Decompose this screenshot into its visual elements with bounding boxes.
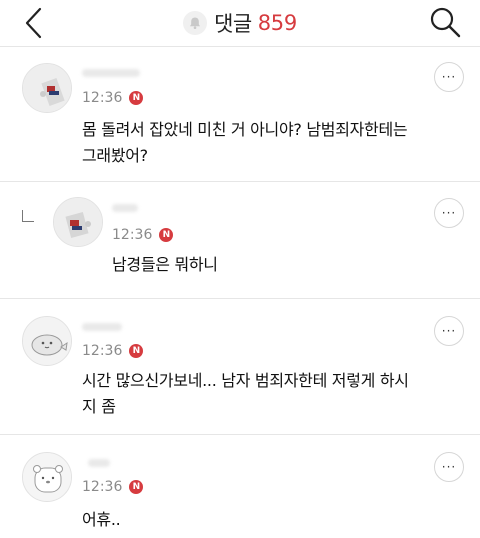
comment-text: 시간 많으신가보네... 남자 범죄자한테 저렇게 하시 지 좀 xyxy=(82,371,409,416)
more-options-button[interactable]: ··· xyxy=(434,316,464,346)
chevron-left-icon xyxy=(25,7,42,39)
more-options-button[interactable]: ··· xyxy=(434,62,464,92)
new-badge: N xyxy=(159,228,174,242)
comment-meta: 12:36 N xyxy=(82,479,144,495)
more-icon: ··· xyxy=(441,70,457,84)
username xyxy=(82,323,122,331)
page-title: 댓글 xyxy=(214,12,252,36)
bell-icon xyxy=(183,11,208,35)
more-options-button[interactable]: ··· xyxy=(434,198,464,228)
more-icon: ··· xyxy=(441,206,457,220)
comment-time: 12:36 xyxy=(82,90,123,106)
comment-item: 12:36 N 시간 많으신가보네... 남자 범죄자한테 저렇게 하시 지 좀… xyxy=(0,299,480,435)
username xyxy=(88,459,110,467)
search-button[interactable] xyxy=(428,5,462,39)
comment-text: 어휴.. xyxy=(82,510,121,529)
more-options-button[interactable]: ··· xyxy=(434,452,464,482)
comment-item: 12:36 N 몸 돌려서 잡았네 미친 거 아니야? 남범죄자한테는 그래봤어… xyxy=(0,47,480,182)
comment-text: 몸 돌려서 잡았네 미친 거 아니야? 남범죄자한테는 그래봤어? xyxy=(82,120,408,165)
avatar[interactable] xyxy=(53,197,103,247)
comment-time: 12:36 xyxy=(112,227,153,243)
reply-arrow-icon xyxy=(22,210,34,222)
avatar[interactable] xyxy=(22,452,72,502)
comment-item-reply: 12:36 N 남경들은 뭐하니 ··· xyxy=(0,182,480,299)
comment-meta: 12:36 N xyxy=(112,227,174,243)
comment-meta: 12:36 N xyxy=(82,343,144,359)
search-icon xyxy=(430,7,461,38)
username xyxy=(112,204,138,212)
comment-text: 남경들은 뭐하니 xyxy=(112,255,218,274)
avatar[interactable] xyxy=(22,63,72,113)
avatar[interactable] xyxy=(22,316,72,366)
top-bar: 댓글 859 xyxy=(0,0,480,47)
comment-time: 12:36 xyxy=(82,479,123,495)
title-group: 댓글 859 xyxy=(0,0,480,46)
more-icon: ··· xyxy=(441,460,457,474)
comment-count: 859 xyxy=(257,11,297,35)
comment-item: 12:36 N 어휴.. ··· xyxy=(0,435,480,538)
new-badge: N xyxy=(129,480,144,494)
new-badge: N xyxy=(129,91,144,105)
new-badge: N xyxy=(129,344,144,358)
username xyxy=(82,69,140,77)
comment-meta: 12:36 N xyxy=(82,90,144,106)
more-icon: ··· xyxy=(441,324,457,338)
back-button[interactable] xyxy=(20,6,50,40)
comment-time: 12:36 xyxy=(82,343,123,359)
